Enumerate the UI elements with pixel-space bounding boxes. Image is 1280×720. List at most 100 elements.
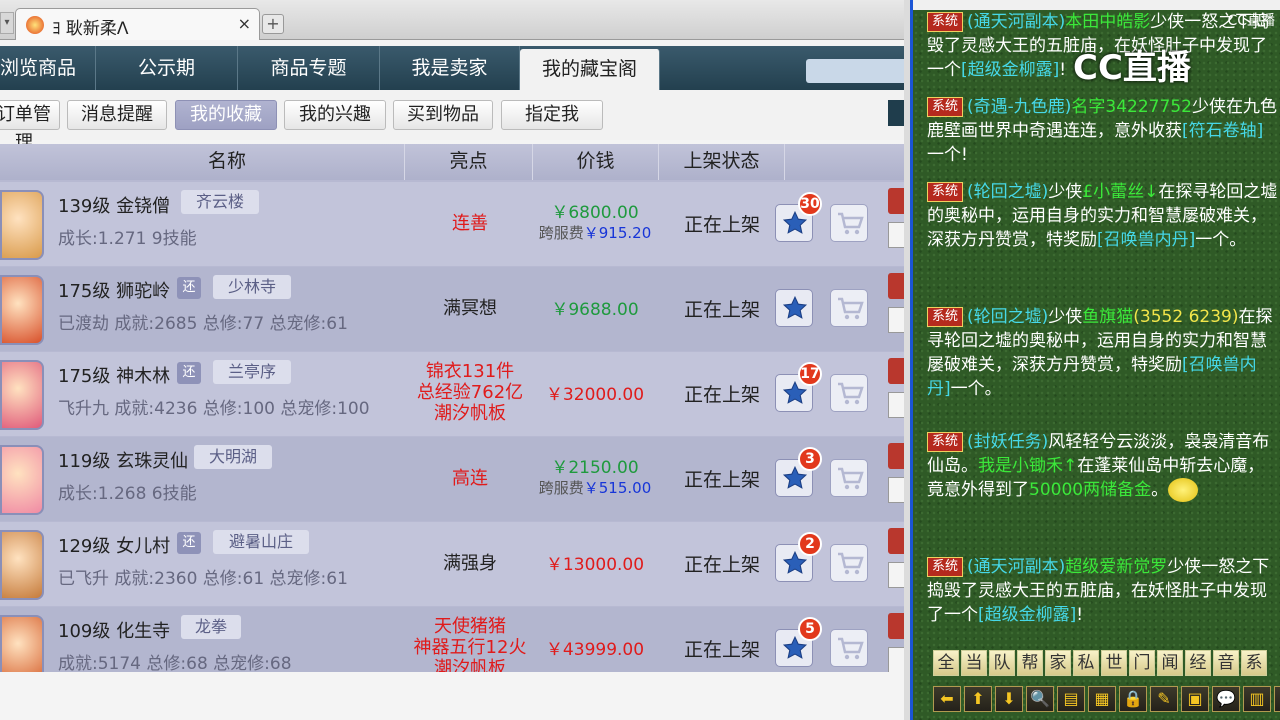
chat-text: [超级金柳露] xyxy=(961,60,1060,80)
chat-text: 一个。 xyxy=(950,379,1002,399)
system-tag: 系统 xyxy=(927,97,964,117)
main-nav: 浏览商品 公示期 商品专题 我是卖家 我的藏宝阁 xyxy=(0,46,910,90)
side-action-white[interactable] xyxy=(888,647,904,673)
chat-text: [符石卷轴] xyxy=(1182,121,1264,141)
table-row[interactable]: 139级 金铙僧 齐云楼 成长:1.271 9技能 连善 ￥6800.00 跨服费￥915… xyxy=(0,182,904,266)
cart-button[interactable] xyxy=(830,374,868,412)
tab-topics[interactable]: 商品专题 xyxy=(238,46,380,90)
side-action-red[interactable] xyxy=(888,358,904,384)
chat-message: 系统 (轮回之墟)少侠鱼旗猫(3552 6239)在探寻轮回之墟的奥秘中，运用自身… xyxy=(927,305,1279,401)
side-action-red[interactable] xyxy=(888,613,904,639)
cbg-window: ▾ ﾖ 耿新柔Λ × + 浏览商品 公示期 商品专题 我是卖家 我的藏宝阁 订单… xyxy=(0,0,910,720)
orders-button[interactable]: 订单管理 xyxy=(0,100,60,153)
chat-message: 系统 (封妖任务)风轻轻兮云淡淡，袅袅清音布仙岛。我是小锄禾↑在蓬莱仙岛中斩去心魔… xyxy=(927,430,1279,502)
side-action-white[interactable] xyxy=(888,307,904,333)
favorite-button[interactable] xyxy=(775,289,813,327)
side-action-red[interactable] xyxy=(888,528,904,554)
level-name[interactable]: 139级 金铙僧 xyxy=(58,192,170,218)
cc-logo: CC直播 xyxy=(1073,48,1191,88)
level-name[interactable]: 119级 玄珠灵仙 xyxy=(58,447,188,473)
browser-tab[interactable]: ﾖ 耿新柔Λ × xyxy=(15,8,260,40)
table-row[interactable]: 175级 神木林还兰亭序 飞升九 成就:4236 总修:100 总宠修:100 锦衣… xyxy=(0,352,904,436)
favorite-count-badge: 5 xyxy=(798,617,822,641)
chat-tool-icon[interactable]: ⬇ xyxy=(995,686,1023,712)
favicon-icon xyxy=(26,16,44,34)
cart-button[interactable] xyxy=(830,629,868,667)
chat-tool-icon[interactable]: ⬆ xyxy=(964,686,992,712)
bought-button[interactable]: 买到物品 xyxy=(393,100,493,130)
chat-tool-icon[interactable]: 🔍 xyxy=(1026,686,1054,712)
channel-button[interactable]: 经 xyxy=(1185,650,1211,676)
side-action-red[interactable] xyxy=(888,443,904,469)
channel-bar: 全当队帮家私世门闻经音系 xyxy=(933,650,1280,678)
designated-button[interactable]: 指定我 xyxy=(501,100,603,130)
table-row[interactable]: 119级 玄珠灵仙 大明湖 成长:1.268 6技能 高连 ￥2150.00 跨服费￥51… xyxy=(0,437,904,521)
channel-button[interactable]: 家 xyxy=(1045,650,1071,676)
channel-button[interactable]: 音 xyxy=(1213,650,1239,676)
table-row[interactable]: 175级 狮驼岭还少林寺 已渡劫 成就:2685 总修:77 总宠修:61 满冥想 ￥… xyxy=(0,267,904,351)
chat-text: 一个! xyxy=(927,145,968,165)
cart-button[interactable] xyxy=(830,459,868,497)
side-action-white[interactable] xyxy=(888,562,904,588)
chat-tool-icon[interactable]: ▦ xyxy=(1088,686,1116,712)
chat-text: 鱼旗猫 xyxy=(1082,307,1134,327)
tab-my-treasure[interactable]: 我的藏宝阁 xyxy=(520,49,660,90)
channel-button[interactable]: 私 xyxy=(1073,650,1099,676)
fee-value: ￥515.00 xyxy=(583,479,652,497)
cross-server-fee: 跨服费￥515.00 xyxy=(533,477,657,498)
tab-list-arrow[interactable]: ▾ xyxy=(0,12,14,34)
listing-status: 正在上架 xyxy=(683,469,760,491)
channel-button[interactable]: 队 xyxy=(989,650,1015,676)
chat-tool-icon[interactable]: ⚙ xyxy=(1274,686,1280,712)
close-icon[interactable]: × xyxy=(238,14,251,33)
chat-tool-icon[interactable]: ▤ xyxy=(1057,686,1085,712)
cart-button[interactable] xyxy=(830,289,868,327)
chat-tool-icon[interactable]: ⬅ xyxy=(933,686,961,712)
side-action-white[interactable] xyxy=(888,477,904,503)
favorite-count-badge: 3 xyxy=(798,447,822,471)
server-badge: 避暑山庄 xyxy=(213,530,309,554)
chat-tool-icon[interactable]: ▥ xyxy=(1243,686,1271,712)
channel-button[interactable]: 当 xyxy=(961,650,987,676)
level-name[interactable]: 175级 狮驼岭 xyxy=(58,277,170,303)
server-badge: 齐云楼 xyxy=(181,190,259,214)
new-tab-button[interactable]: + xyxy=(262,14,284,34)
favorite-count-badge: 30 xyxy=(798,192,822,216)
tab-seller[interactable]: 我是卖家 xyxy=(380,46,520,90)
channel-button[interactable]: 系 xyxy=(1241,650,1267,676)
chat-tool-icon[interactable]: 🔒 xyxy=(1119,686,1147,712)
fee-value: ￥915.20 xyxy=(583,224,652,242)
highlight-line: 高连 xyxy=(452,468,488,489)
level-name[interactable]: 175级 神木林 xyxy=(58,362,170,388)
channel-button[interactable]: 门 xyxy=(1129,650,1155,676)
tab-browse[interactable]: 浏览商品 xyxy=(0,46,96,90)
search-input[interactable] xyxy=(806,59,910,83)
side-action-white[interactable] xyxy=(888,222,904,248)
table-row[interactable]: 129级 女儿村还避暑山庄 已飞升 成就:2360 总修:61 总宠修:61 满强身… xyxy=(0,522,904,606)
channel-button[interactable]: 世 xyxy=(1101,650,1127,676)
favorites-table: 名称 亮点 价钱 上架状态 139级 金铙僧 齐云楼 成长:1.271 9技能 连善 ￥… xyxy=(0,144,904,691)
chat-text: 50000两储备金 xyxy=(1029,480,1152,500)
side-action-red[interactable] xyxy=(888,188,904,214)
channel-button[interactable]: 帮 xyxy=(1017,650,1043,676)
server-badge: 少林寺 xyxy=(213,275,291,299)
chat-panel: 系统 (通天河副本)本田中皓影少侠一怒之下捣毁了灵感大王的五脏庙，在妖怪肚子中发现… xyxy=(910,0,1280,720)
chat-tool-icon[interactable]: 💬 xyxy=(1212,686,1240,712)
side-action-red[interactable] xyxy=(888,273,904,299)
level-name[interactable]: 129级 女儿村 xyxy=(58,532,170,558)
system-tag: 系统 xyxy=(927,12,964,32)
chat-tool-icon[interactable]: ✎ xyxy=(1150,686,1178,712)
table-header: 名称 亮点 价钱 上架状态 xyxy=(0,144,904,180)
tab-public[interactable]: 公示期 xyxy=(96,46,238,90)
cart-button[interactable] xyxy=(830,204,868,242)
side-action-white[interactable] xyxy=(888,392,904,418)
favorites-button[interactable]: 我的收藏 xyxy=(175,100,277,130)
level-name[interactable]: 109级 化生寺 xyxy=(58,617,170,643)
chat-text: 超级爱新觉罗 xyxy=(1065,557,1168,577)
channel-button[interactable]: 全 xyxy=(933,650,959,676)
interests-button[interactable]: 我的兴趣 xyxy=(284,100,386,130)
chat-tool-icon[interactable]: ▣ xyxy=(1181,686,1209,712)
cart-button[interactable] xyxy=(830,544,868,582)
messages-button[interactable]: 消息提醒 xyxy=(67,100,167,130)
channel-button[interactable]: 闻 xyxy=(1157,650,1183,676)
